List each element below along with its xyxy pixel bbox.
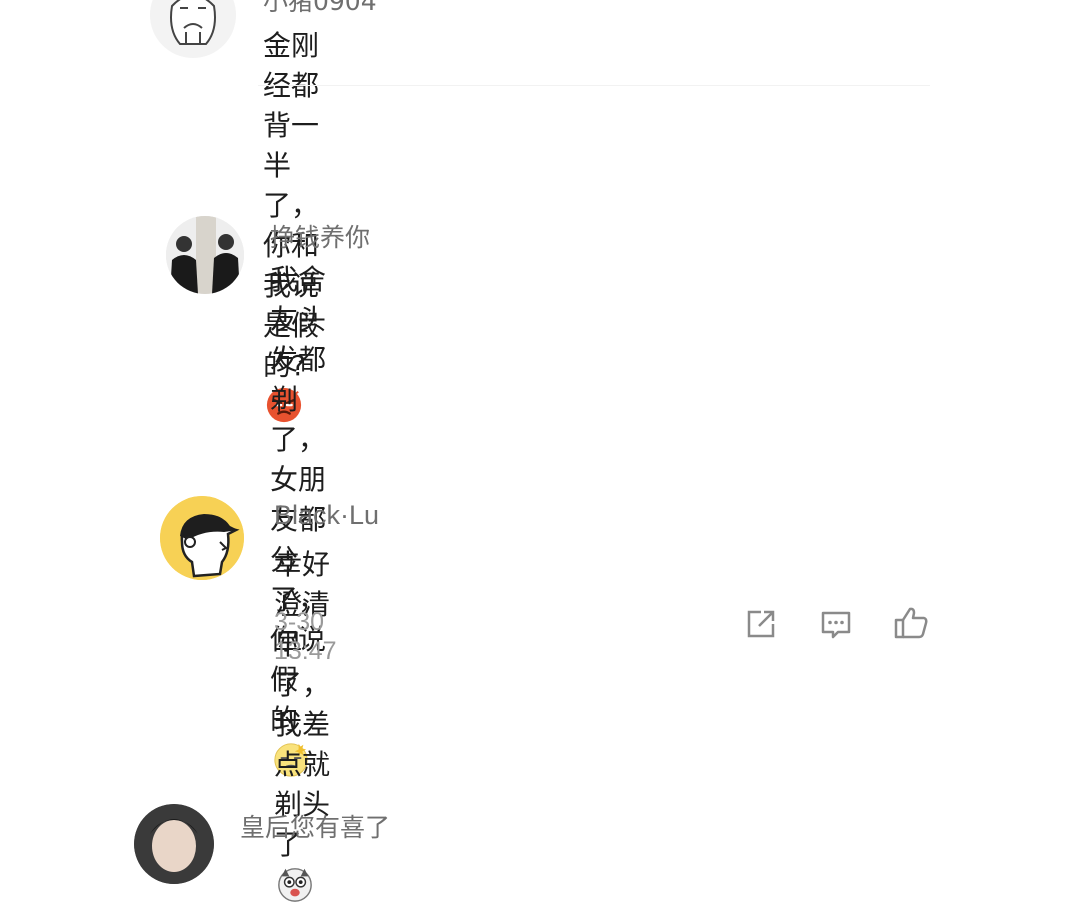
username[interactable]: 小猪0904	[263, 0, 377, 18]
share-icon	[747, 610, 775, 638]
like-button[interactable]	[892, 604, 930, 642]
comment-icon	[821, 611, 851, 639]
cartoon-boy-avatar-icon	[160, 496, 244, 580]
share-button[interactable]	[743, 606, 779, 642]
username[interactable]: 挣钱养你	[270, 218, 370, 254]
avatar[interactable]	[150, 0, 236, 58]
photo-avatar-icon	[134, 804, 214, 884]
avatar[interactable]	[166, 216, 244, 294]
avatar[interactable]	[134, 804, 214, 884]
reply-button[interactable]	[818, 606, 854, 642]
divider	[258, 85, 930, 86]
sketch-face-avatar-icon	[150, 0, 236, 58]
like-icon	[894, 607, 928, 639]
avatar[interactable]	[160, 496, 244, 580]
username[interactable]: Black·Lu	[274, 500, 379, 531]
shocked-dog-emoji-icon	[276, 865, 314, 903]
photo-avatar-icon	[166, 216, 244, 294]
comment-text: 幸好澄清早了，我差点就剃头了	[274, 545, 330, 906]
username[interactable]: 皇后您有喜了	[240, 808, 390, 844]
comment-timestamp: 3-30 13:47	[274, 608, 337, 665]
